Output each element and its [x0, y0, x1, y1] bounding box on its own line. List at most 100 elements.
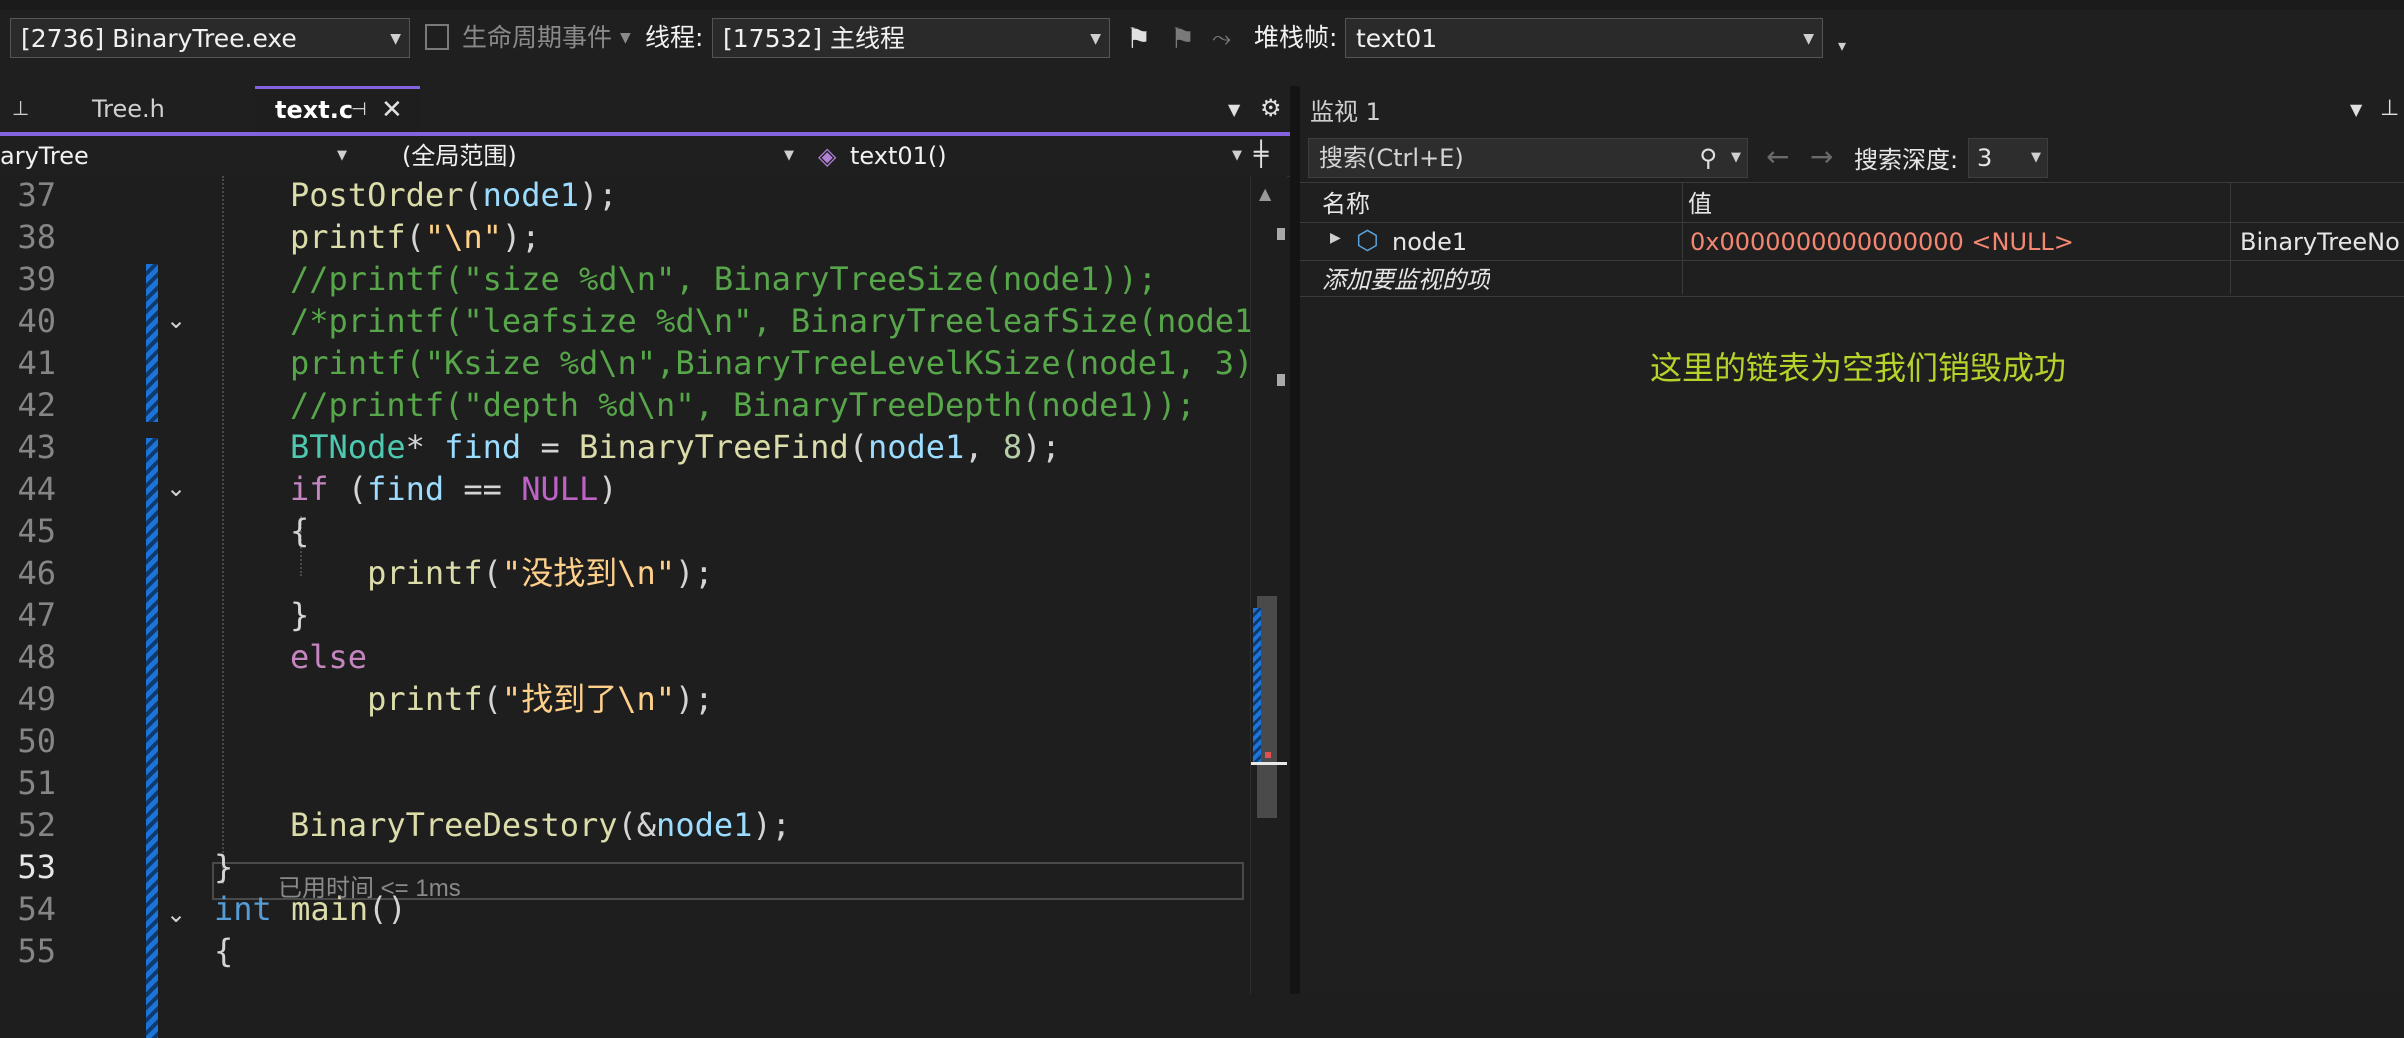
function-dropdown[interactable]: ◈ text01() ▼: [812, 138, 1250, 174]
code-token: );: [501, 218, 541, 256]
scroll-up-icon[interactable]: ▲: [1259, 184, 1271, 203]
code-token: );: [675, 680, 714, 718]
column-header-name[interactable]: 名称: [1322, 186, 1370, 222]
add-watch-item[interactable]: 添加要监视的项: [1322, 262, 1490, 298]
watch-search-box[interactable]: 搜索(Ctrl+E) ⚲ ▼: [1308, 138, 1748, 178]
code-line[interactable]: 45 {: [0, 510, 1250, 552]
gear-icon[interactable]: ⚙: [1260, 94, 1282, 122]
code-token: (: [482, 554, 502, 592]
code-token: NULL: [521, 470, 599, 508]
code-line[interactable]: 41 printf("Ksize %d\n",BinaryTreeLevelKSi…: [0, 342, 1254, 384]
code-token: {: [214, 932, 234, 970]
search-forward-arrow-icon[interactable]: →: [1810, 140, 1833, 173]
code-line[interactable]: 47}: [0, 594, 1250, 636]
add-watch-row[interactable]: 添加要监视的项: [1300, 262, 2404, 296]
watch-row-value[interactable]: 0x0000000000000000 <NULL>: [1690, 224, 2220, 260]
annotation-text: 这里的链表为空我们销毁成功: [1650, 349, 2067, 387]
line-number: 50: [17, 722, 56, 760]
code-line[interactable]: 51: [0, 762, 1250, 804]
editor-vertical-scrollbar[interactable]: ▲: [1250, 176, 1287, 994]
search-input[interactable]: 搜索(Ctrl+E): [1319, 144, 1464, 172]
code-token: printf: [367, 680, 483, 718]
thread-dropdown[interactable]: [17532] 主线程 ▼: [712, 18, 1110, 58]
scroll-breakpoint-marker: [1265, 752, 1271, 758]
pin-icon[interactable]: ⊣: [351, 89, 367, 131]
line-number: 46: [17, 554, 56, 592]
variable-icon: ⬡: [1356, 226, 1379, 256]
code-line[interactable]: 46 printf("没找到\n");: [0, 552, 1250, 594]
code-token: printf: [290, 218, 406, 256]
lifecycle-icon[interactable]: [425, 24, 449, 50]
code-token: "没找到\n": [501, 554, 675, 592]
code-line[interactable]: 44 if (find == NULL): [0, 468, 1250, 510]
line-number: 42: [17, 386, 56, 424]
code-token: //printf("depth %d\n", BinaryTreeDepth(n…: [290, 386, 1196, 424]
code-line[interactable]: 37 PostOrder(node1);: [0, 174, 1250, 216]
code-line[interactable]: 38 printf("\n");: [0, 216, 1250, 258]
lifecycle-events-label[interactable]: 生命周期事件: [462, 18, 612, 58]
code-line[interactable]: 50: [0, 720, 1250, 762]
panel-splitter[interactable]: [1290, 86, 1300, 994]
code-line[interactable]: 43 BTNode* find = BinaryTreeFind(node1, 8…: [0, 426, 1250, 468]
process-dropdown[interactable]: [2736] BinaryTree.exe ▼: [10, 18, 410, 58]
column-header-value[interactable]: 值: [1688, 186, 1712, 222]
flag-all-threads-icon[interactable]: ⚑: [1170, 22, 1195, 55]
code-token: (: [463, 176, 483, 214]
code-line[interactable]: 49 printf("找到了\n");: [0, 678, 1250, 720]
project-dropdown[interactable]: aryTree ▼: [0, 138, 355, 174]
expand-triangle-icon[interactable]: ▶: [1330, 230, 1341, 246]
code-line[interactable]: 52 BinaryTreeDestory(&node1);: [0, 804, 1250, 846]
code-line[interactable]: 54 int main(): [0, 888, 1250, 930]
fold-chevron-icon[interactable]: ⌄: [166, 900, 186, 928]
code-token: ,: [964, 428, 1003, 466]
code-line[interactable]: 40 /*printf("leafsize %d\n", BinaryTreele…: [0, 300, 1253, 342]
code-line[interactable]: 39 //printf("size %d\n", BinaryTreeSize(n…: [0, 258, 1250, 300]
chevron-down-icon[interactable]: ▼: [1731, 139, 1741, 177]
code-text: //printf("size %d\n", BinaryTreeSize(nod…: [290, 258, 1157, 300]
search-icon[interactable]: ⚲: [1699, 139, 1717, 177]
chevron-down-icon: ▼: [1232, 148, 1242, 163]
code-token: "\n": [424, 218, 502, 256]
tab-text-c[interactable]: text.c ⊣ ✕: [255, 86, 420, 132]
watch-row[interactable]: ▶ ⬡ node1 0x0000000000000000 <NULL> Bina…: [1300, 224, 2404, 260]
pin-icon[interactable]: ⊥: [2380, 96, 2399, 121]
code-text: //printf("depth %d\n", BinaryTreeDepth(n…: [290, 384, 1195, 426]
code-token: (: [482, 680, 502, 718]
code-token: printf("Ksize %d\n",BinaryTreeLevelKSize…: [290, 344, 1254, 382]
toolbar-overflow-icon[interactable]: ▾: [1838, 36, 1846, 55]
line-number: 53: [17, 848, 56, 886]
line-number: 49: [17, 680, 56, 718]
fold-chevron-icon[interactable]: ⌄: [166, 306, 186, 334]
pin-icon[interactable]: ⊥: [12, 96, 29, 120]
tab-list-dropdown-icon[interactable]: ▼: [1228, 100, 1240, 119]
code-text: PostOrder(node1);: [290, 174, 618, 216]
code-token: (: [328, 470, 368, 508]
code-line[interactable]: 55 {: [0, 930, 1250, 972]
line-number: 52: [17, 806, 56, 844]
function-cube-icon: ◈: [818, 142, 837, 170]
stackframe-dropdown[interactable]: text01 ▼: [1345, 18, 1823, 58]
chevron-down-icon: ▼: [1090, 31, 1101, 47]
code-line[interactable]: 48 else: [0, 636, 1250, 678]
code-token: ): [598, 470, 618, 508]
code-editor[interactable]: 37 PostOrder(node1); 38 printf("\n"); 39//pr…: [0, 174, 1254, 1038]
code-line[interactable]: 53}: [0, 846, 1250, 888]
split-editor-icon[interactable]: ╪: [1254, 140, 1268, 168]
close-icon[interactable]: ✕: [381, 89, 403, 131]
window-menu-icon[interactable]: ▼: [2350, 100, 2362, 119]
flag-icon[interactable]: ⚑: [1126, 22, 1151, 55]
search-depth-dropdown[interactable]: 3 ▼: [1968, 138, 2048, 178]
search-back-arrow-icon[interactable]: ←: [1766, 140, 1789, 173]
code-token: BTNode: [290, 428, 406, 466]
code-text: else: [290, 636, 367, 678]
fold-chevron-icon[interactable]: ⌄: [166, 474, 186, 502]
code-token: node1: [482, 176, 579, 214]
chevron-down-icon[interactable]: ▼: [620, 18, 631, 58]
code-line[interactable]: 42 //printf("depth %d\n", BinaryTreeDepth…: [0, 384, 1250, 426]
tab-tree-h[interactable]: Tree.h: [72, 86, 252, 132]
scope-dropdown[interactable]: (全局范围) ▼: [362, 138, 802, 174]
grid-line: [1300, 260, 2404, 261]
show-threads-icon[interactable]: ⤳: [1212, 24, 1231, 52]
code-token: BinaryTreeFind: [578, 428, 849, 466]
